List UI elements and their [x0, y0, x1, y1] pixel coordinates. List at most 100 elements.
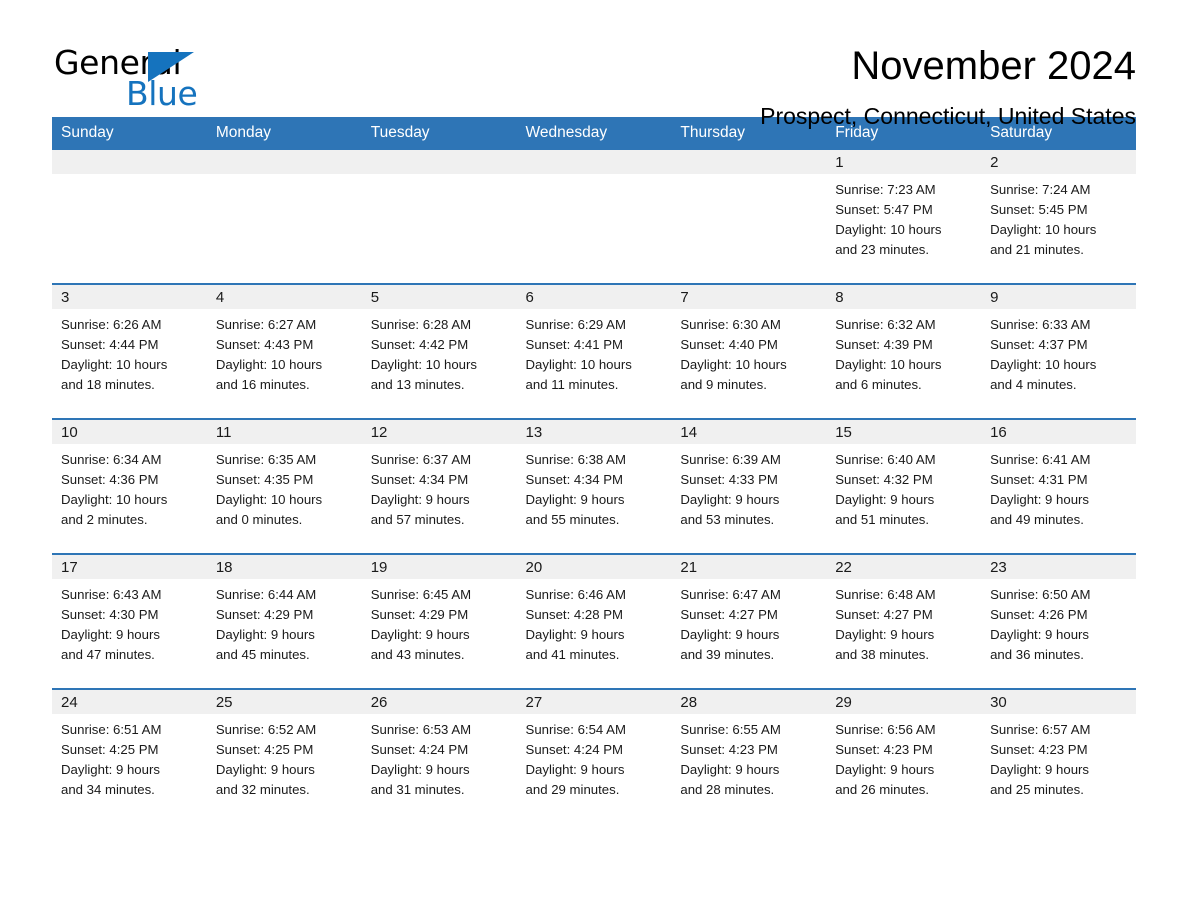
calendar-day-cell[interactable]: 24 Sunrise: 6:51 AM Sunset: 4:25 PM Dayligh…: [52, 688, 207, 823]
calendar-day-cell[interactable]: 14 Sunrise: 6:39 AM Sunset: 4:33 PM Dayligh…: [671, 418, 827, 554]
calendar-day-cell[interactable]: 3 Sunrise: 6:26 AM Sunset: 4:44 PM Daylight…: [52, 283, 207, 419]
day-cell-inner: [52, 150, 207, 283]
calendar-day-cell[interactable]: 11 Sunrise: 6:35 AM Sunset: 4:35 PM Dayligh…: [206, 418, 362, 554]
calendar-day-cell[interactable]: 8 Sunrise: 6:32 AM Sunset: 4:39 PM Daylight…: [826, 283, 982, 419]
day-number: 10: [52, 420, 207, 444]
daylight-duration-line2: and 34 minutes.: [61, 782, 155, 797]
daylight-duration-line1: Daylight: 10 hours: [990, 222, 1097, 237]
sunset-time: Sunset: 4:25 PM: [215, 742, 314, 757]
daylight-duration-line1: Daylight: 9 hours: [370, 627, 470, 642]
day-number: 30: [981, 690, 1136, 714]
sunset-time: Sunset: 4:34 PM: [370, 472, 469, 487]
sunset-time: Sunset: 4:31 PM: [990, 472, 1088, 487]
sunset-time: Sunset: 4:30 PM: [61, 607, 159, 622]
calendar-day-cell[interactable]: 12 Sunrise: 6:37 AM Sunset: 4:34 PM Dayligh…: [361, 418, 517, 554]
day-number: 20: [516, 555, 672, 579]
general-blue-logo[interactable]: General Blue: [54, 44, 204, 110]
sunrise-time: Sunrise: 6:27 AM: [215, 317, 317, 332]
weekday-header-monday: Monday: [206, 117, 362, 150]
day-number: 13: [516, 420, 672, 444]
day-cell-inner: 5 Sunrise: 6:28 AM Sunset: 4:42 PM Daylight…: [361, 285, 517, 418]
calendar-day-cell[interactable]: 4 Sunrise: 6:27 AM Sunset: 4:43 PM Daylight…: [206, 283, 362, 419]
calendar-day-cell[interactable]: 7 Sunrise: 6:30 AM Sunset: 4:40 PM Daylight…: [671, 283, 827, 419]
calendar-day-cell[interactable]: 17 Sunrise: 6:43 AM Sunset: 4:30 PM Dayligh…: [52, 553, 207, 689]
calendar-day-cell[interactable]: 26 Sunrise: 6:53 AM Sunset: 4:24 PM Dayligh…: [361, 688, 517, 823]
day-sun-details: Sunrise: 6:47 AM Sunset: 4:27 PM Daylight:…: [671, 579, 826, 665]
calendar-day-cell[interactable]: 28 Sunrise: 6:55 AM Sunset: 4:23 PM Dayligh…: [671, 688, 827, 823]
calendar-day-cell[interactable]: 6 Sunrise: 6:29 AM Sunset: 4:41 PM Daylight…: [516, 283, 672, 419]
sunset-time: Sunset: 4:33 PM: [680, 472, 778, 487]
calendar-day-cell[interactable]: 15 Sunrise: 6:40 AM Sunset: 4:32 PM Dayligh…: [826, 418, 982, 554]
day-number: 6: [516, 285, 672, 309]
calendar-day-cell[interactable]: 2 Sunrise: 7:24 AM Sunset: 5:45 PM Daylight…: [981, 150, 1136, 284]
day-cell-inner: [671, 150, 827, 283]
sunset-time: Sunset: 4:32 PM: [835, 472, 933, 487]
day-cell-inner: 14 Sunrise: 6:39 AM Sunset: 4:33 PM Dayligh…: [671, 420, 827, 553]
sunrise-time: Sunrise: 6:37 AM: [370, 452, 472, 467]
day-cell-inner: 29 Sunrise: 6:56 AM Sunset: 4:23 PM Dayligh…: [826, 690, 982, 823]
calendar-day-cell[interactable]: 27 Sunrise: 6:54 AM Sunset: 4:24 PM Dayligh…: [516, 688, 672, 823]
day-cell-inner: 27 Sunrise: 6:54 AM Sunset: 4:24 PM Dayligh…: [516, 690, 672, 823]
sunset-time: Sunset: 5:45 PM: [990, 202, 1088, 217]
calendar-day-cell[interactable]: 13 Sunrise: 6:38 AM Sunset: 4:34 PM Dayligh…: [516, 418, 672, 554]
daylight-duration-line2: and 57 minutes.: [370, 512, 465, 527]
calendar-week-row: 1 Sunrise: 7:23 AM Sunset: 5:47 PM Daylight…: [52, 150, 1136, 284]
day-cell-inner: 6 Sunrise: 6:29 AM Sunset: 4:41 PM Daylight…: [516, 285, 672, 418]
sunrise-time: Sunrise: 6:40 AM: [835, 452, 936, 467]
calendar-day-cell[interactable]: 21 Sunrise: 6:47 AM Sunset: 4:27 PM Dayligh…: [671, 553, 827, 689]
day-number: 4: [206, 285, 362, 309]
sunrise-time: Sunrise: 6:55 AM: [680, 722, 781, 737]
calendar-day-cell[interactable]: 20 Sunrise: 6:46 AM Sunset: 4:28 PM Dayligh…: [516, 553, 672, 689]
calendar-day-cell[interactable]: 30 Sunrise: 6:57 AM Sunset: 4:23 PM Dayligh…: [981, 688, 1136, 823]
daylight-duration-line1: Daylight: 10 hours: [990, 357, 1097, 372]
page-header: General Blue November 2024 Prospect, Con…: [0, 0, 1188, 129]
sunset-time: Sunset: 4:23 PM: [680, 742, 778, 757]
sunrise-time: Sunrise: 6:50 AM: [990, 587, 1091, 602]
calendar-day-cell[interactable]: 29 Sunrise: 6:56 AM Sunset: 4:23 PM Dayligh…: [826, 688, 982, 823]
sunrise-time: Sunrise: 6:48 AM: [835, 587, 936, 602]
daylight-duration-line1: Daylight: 9 hours: [990, 492, 1090, 507]
sunrise-time: Sunrise: 6:53 AM: [370, 722, 472, 737]
day-sun-details: Sunrise: 6:41 AM Sunset: 4:31 PM Daylight:…: [981, 444, 1136, 530]
calendar-day-cell[interactable]: 1 Sunrise: 7:23 AM Sunset: 5:47 PM Daylight…: [826, 150, 982, 284]
calendar-page: General Blue November 2024 Prospect, Con…: [0, 0, 1188, 918]
calendar-day-cell[interactable]: 23 Sunrise: 6:50 AM Sunset: 4:26 PM Dayligh…: [981, 553, 1136, 689]
calendar-day-cell[interactable]: 10 Sunrise: 6:34 AM Sunset: 4:36 PM Dayligh…: [52, 418, 207, 554]
daylight-duration-line1: Daylight: 10 hours: [215, 357, 323, 372]
calendar-day-cell[interactable]: 22 Sunrise: 6:48 AM Sunset: 4:27 PM Dayligh…: [826, 553, 982, 689]
weekday-header-wednesday: Wednesday: [516, 117, 672, 150]
calendar-week-row: 24 Sunrise: 6:51 AM Sunset: 4:25 PM Dayligh…: [52, 688, 1136, 823]
calendar-day-cell[interactable]: 5 Sunrise: 6:28 AM Sunset: 4:42 PM Daylight…: [361, 283, 517, 419]
calendar-day-cell[interactable]: 19 Sunrise: 6:45 AM Sunset: 4:29 PM Dayligh…: [361, 553, 517, 689]
day-number: 5: [361, 285, 517, 309]
daylight-duration-line2: and 43 minutes.: [370, 647, 465, 662]
day-number: 18: [206, 555, 362, 579]
day-cell-inner: 26 Sunrise: 6:53 AM Sunset: 4:24 PM Dayligh…: [361, 690, 517, 823]
calendar-day-cell[interactable]: 16 Sunrise: 6:41 AM Sunset: 4:31 PM Dayligh…: [981, 418, 1136, 554]
day-number: 29: [826, 690, 982, 714]
calendar-day-cell[interactable]: 25 Sunrise: 6:52 AM Sunset: 4:25 PM Dayligh…: [206, 688, 362, 823]
day-cell-inner: 17 Sunrise: 6:43 AM Sunset: 4:30 PM Dayligh…: [52, 555, 207, 688]
day-cell-inner: 18 Sunrise: 6:44 AM Sunset: 4:29 PM Dayligh…: [206, 555, 362, 688]
location-subtitle: Prospect, Connecticut, United States: [760, 102, 1136, 129]
sunrise-time: Sunrise: 7:24 AM: [990, 182, 1091, 197]
sunset-time: Sunset: 4:37 PM: [990, 337, 1088, 352]
sunset-time: Sunset: 4:28 PM: [525, 607, 624, 622]
day-number: 12: [361, 420, 517, 444]
sunrise-time: Sunrise: 6:54 AM: [525, 722, 626, 737]
daylight-duration-line2: and 26 minutes.: [835, 782, 930, 797]
calendar-day-cell[interactable]: 9 Sunrise: 6:33 AM Sunset: 4:37 PM Daylight…: [981, 283, 1136, 419]
weekday-header-sunday: Sunday: [52, 117, 207, 150]
day-number: 27: [516, 690, 672, 714]
calendar-day-cell[interactable]: 18 Sunrise: 6:44 AM Sunset: 4:29 PM Dayligh…: [206, 553, 362, 689]
daylight-duration-line2: and 45 minutes.: [215, 647, 310, 662]
sunrise-time: Sunrise: 6:41 AM: [990, 452, 1091, 467]
day-cell-inner: 7 Sunrise: 6:30 AM Sunset: 4:40 PM Daylight…: [671, 285, 827, 418]
daylight-duration-line2: and 53 minutes.: [680, 512, 775, 527]
daylight-duration-line1: Daylight: 10 hours: [215, 492, 323, 507]
daylight-duration-line1: Daylight: 9 hours: [370, 492, 470, 507]
sunrise-time: Sunrise: 6:39 AM: [680, 452, 781, 467]
day-number: 26: [361, 690, 517, 714]
daylight-duration-line1: Daylight: 9 hours: [61, 627, 160, 642]
sunrise-time: Sunrise: 6:46 AM: [525, 587, 626, 602]
